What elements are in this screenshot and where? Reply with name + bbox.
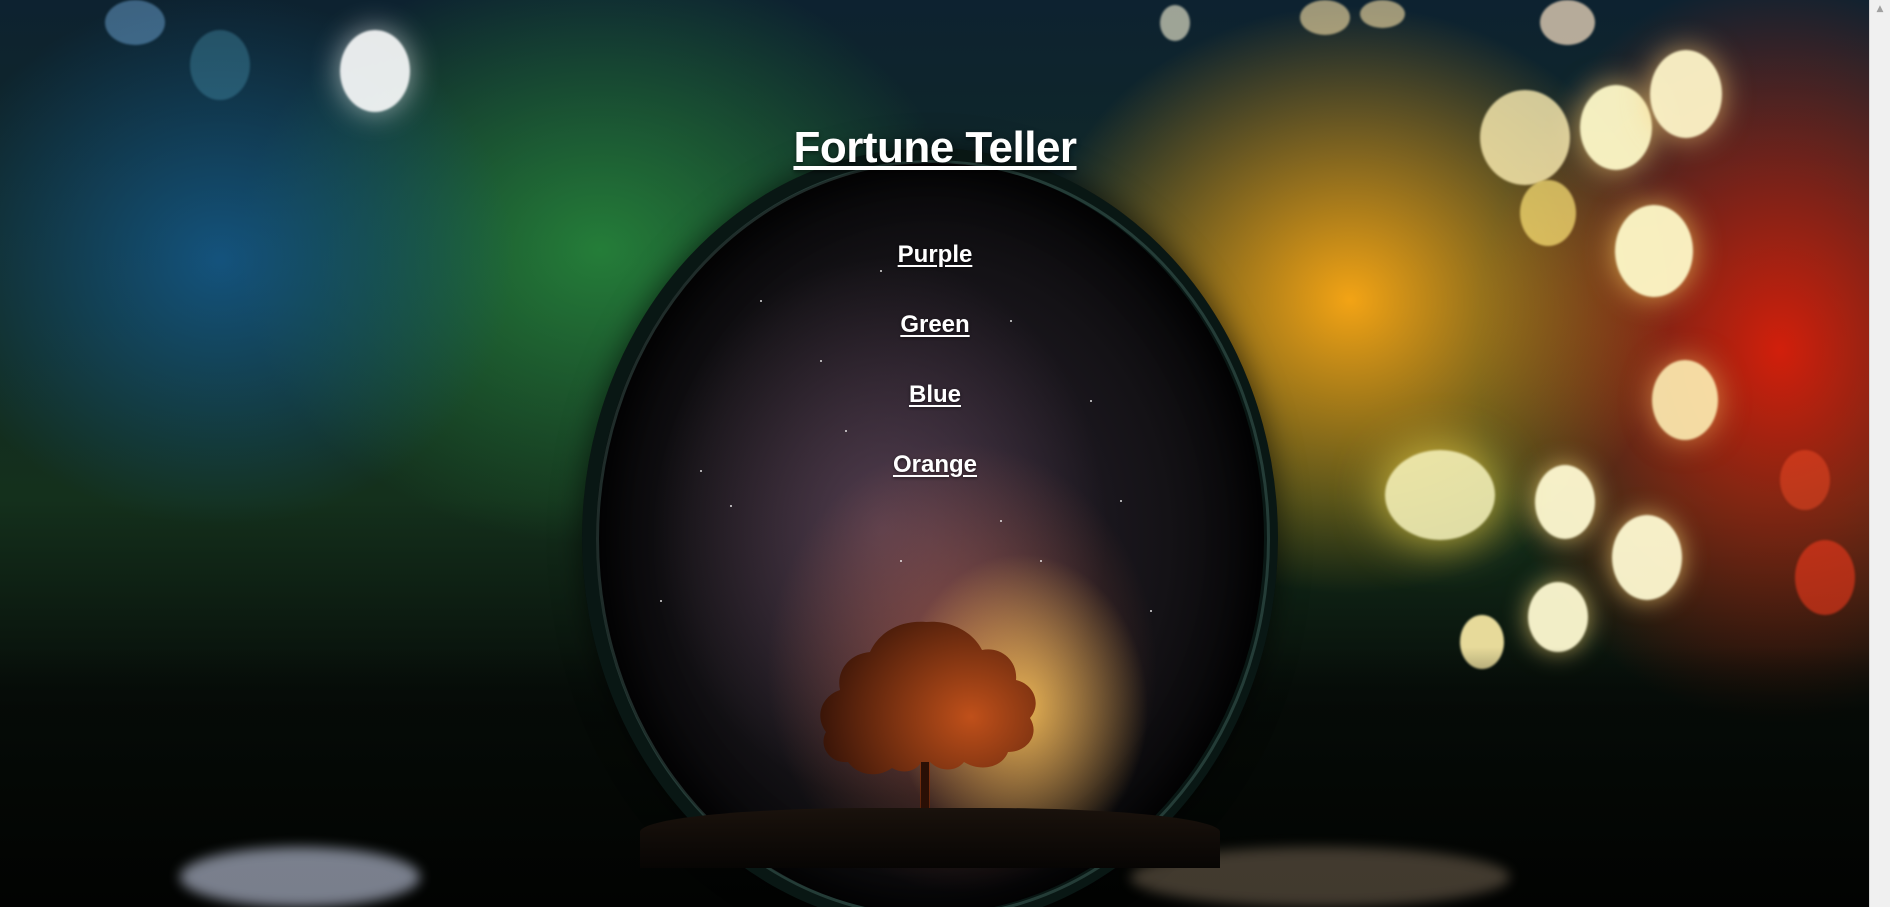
orange-link[interactable]: Orange [893, 451, 977, 478]
star [900, 560, 902, 562]
bokeh-light [340, 30, 410, 112]
star [1120, 500, 1122, 502]
star [820, 360, 822, 362]
bokeh-light [1300, 0, 1350, 35]
bokeh-light [1360, 0, 1405, 28]
bokeh-light [1612, 515, 1682, 600]
bokeh-light [105, 0, 165, 45]
star [760, 300, 762, 302]
page-background: Fortune Teller Purple Green Blue Orange [0, 0, 1870, 907]
star [660, 600, 662, 602]
grass-base [640, 808, 1220, 868]
choice-item-blue: Blue [0, 381, 1870, 409]
star [1150, 610, 1152, 612]
green-link[interactable]: Green [900, 311, 969, 338]
bokeh-light [190, 30, 250, 100]
star [1000, 520, 1002, 522]
bokeh-light [1528, 582, 1588, 652]
blue-link[interactable]: Blue [909, 381, 961, 408]
vertical-scrollbar[interactable]: ▲ [1869, 0, 1890, 907]
page-title: Fortune Teller [793, 123, 1077, 172]
bokeh-light [1795, 540, 1855, 615]
bokeh-light [1520, 180, 1576, 246]
purple-link[interactable]: Purple [898, 241, 973, 268]
star [880, 270, 882, 272]
star [845, 430, 847, 432]
choice-item-green: Green [0, 311, 1870, 339]
ground-reflection [180, 847, 420, 907]
star [1040, 560, 1042, 562]
tree-silhouette [820, 621, 1036, 817]
choice-item-purple: Purple [0, 241, 1870, 269]
star [730, 505, 732, 507]
scroll-up-arrow-icon[interactable]: ▲ [1870, 0, 1890, 17]
bokeh-light [1160, 5, 1190, 41]
bokeh-light [1540, 0, 1595, 45]
choice-item-orange: Orange [0, 451, 1870, 479]
